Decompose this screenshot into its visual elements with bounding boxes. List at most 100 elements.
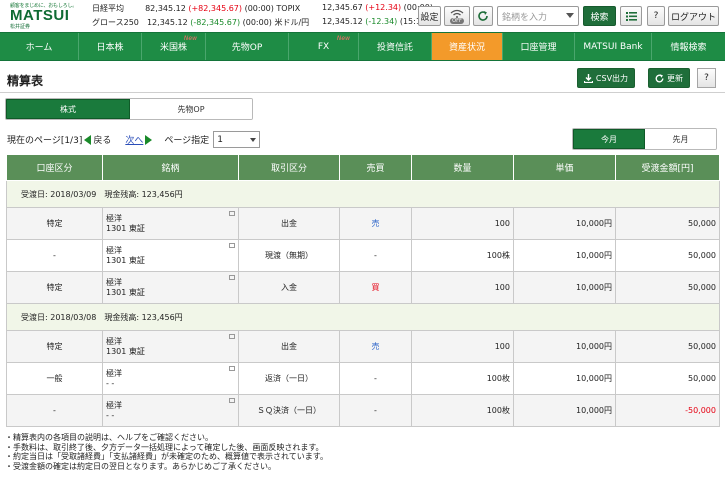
- cell-amount: 50,000: [615, 239, 720, 272]
- cell-quantity: 100: [411, 271, 514, 304]
- external-window-icon[interactable]: [229, 211, 235, 216]
- tab-futures-op[interactable]: 先物OP: [130, 99, 252, 119]
- symbol-code: 1301 東証: [106, 287, 145, 297]
- tab-last-month[interactable]: 先月: [645, 129, 716, 149]
- month-tabs: 今月 先月: [572, 128, 717, 150]
- cell-account: 特定: [6, 207, 103, 240]
- cell-side: 売: [339, 330, 412, 363]
- col-header-amount[interactable]: 受渡金額[円]: [615, 154, 720, 181]
- page-jump-value: 1: [217, 134, 223, 145]
- table-row: 一般 極洋 - - 返済（一日） -100枚 10,000円 50,000: [6, 362, 720, 395]
- cell-trade-type: 現渡（無期）: [238, 239, 340, 272]
- chevron-down-icon: [250, 138, 257, 142]
- tab-this-month[interactable]: 今月: [573, 129, 645, 149]
- cell-account: -: [6, 239, 103, 272]
- symbol-search-input[interactable]: 銘柄を入力: [497, 6, 579, 26]
- new-badge: New: [183, 35, 197, 42]
- search-placeholder: 銘柄を入力: [502, 12, 548, 23]
- delivery-date-label: 受渡日: 2018/03/08 現金残高: 123,456円: [6, 303, 720, 331]
- matsui-logo[interactable]: 顧客をまじめに、おもしろし。 MATSUI 松井証券: [10, 2, 82, 30]
- date-group-row: 受渡日: 2018/03/09 現金残高: 123,456円: [6, 180, 720, 208]
- symbol-code: - -: [106, 378, 115, 388]
- nav-item-home[interactable]: ホーム: [0, 33, 79, 60]
- symbol-name[interactable]: 極洋: [106, 369, 235, 379]
- cell-quantity: 100: [411, 207, 514, 240]
- index-row-growth: グロース250 12,345.12 (-82,345.67) (00:00) 米…: [92, 17, 309, 28]
- search-button[interactable]: 検索: [583, 6, 616, 26]
- nav-item-us-stocks[interactable]: 米国株 New: [142, 33, 206, 60]
- cell-price: 10,000円: [513, 207, 616, 240]
- index-row-nikkei: 日経平均 82,345.12 (+82,345.67) (00:00) TOPI…: [92, 3, 300, 14]
- col-header-quantity[interactable]: 数量: [411, 154, 514, 181]
- nav-item-label: 投資信託: [376, 43, 413, 53]
- cell-price: 10,000円: [513, 271, 616, 304]
- col-header-symbol[interactable]: 銘柄: [102, 154, 239, 181]
- note-item: ・手数料は、取引終了後、夕方データ一括処理によって確定した後、画面反映されます。: [5, 442, 324, 452]
- symbol-code: - -: [106, 410, 115, 420]
- refresh-button[interactable]: 更新: [648, 68, 690, 88]
- nav-item-label: ホーム: [25, 43, 53, 53]
- index-time: (00:00): [244, 4, 274, 13]
- nav-item-assets[interactable]: 資産状況: [432, 33, 503, 60]
- external-window-icon[interactable]: [229, 366, 235, 371]
- date-group-row: 受渡日: 2018/03/08 現金残高: 123,456円: [6, 303, 720, 331]
- col-header-trade-type[interactable]: 取引区分: [238, 154, 340, 181]
- cell-symbol[interactable]: 極洋 - -: [102, 394, 239, 427]
- cell-account: -: [6, 394, 103, 427]
- nav-item-label: 口座管理: [520, 43, 557, 53]
- cell-price: 10,000円: [513, 394, 616, 427]
- symbol-name[interactable]: 極洋: [106, 246, 235, 256]
- table-row: 特定 極洋 1301 東証 入金買 100 10,000円 50,000: [6, 271, 720, 304]
- next-page-link[interactable]: 次へ: [125, 133, 143, 146]
- settlement-table: 口座区分 銘柄 取引区分 売買 数量 単価 受渡金額[円] 受渡日: 2018/…: [6, 154, 720, 427]
- nav-item-jp-stocks[interactable]: 日本株: [79, 33, 142, 60]
- cell-symbol[interactable]: 極洋 1301 東証: [102, 271, 239, 304]
- cell-symbol[interactable]: 極洋 1301 東証: [102, 207, 239, 240]
- nav-item-label: MATSUI Bank: [583, 41, 643, 52]
- download-icon: [583, 73, 593, 83]
- nav-item-funds[interactable]: 投資信託: [359, 33, 432, 60]
- nav-item-fx[interactable]: FX New: [289, 33, 359, 60]
- product-tabs: 株式 先物OP: [5, 98, 253, 120]
- page-jump-select[interactable]: 1: [213, 131, 261, 148]
- external-window-icon[interactable]: [229, 243, 235, 248]
- page-title: 精算表: [7, 74, 44, 88]
- col-header-account[interactable]: 口座区分: [6, 154, 103, 181]
- cell-amount: 50,000: [615, 207, 720, 240]
- col-header-side[interactable]: 売買: [339, 154, 412, 181]
- nav-item-matsui-bank[interactable]: MATSUI Bank: [575, 33, 652, 60]
- cell-symbol[interactable]: 極洋 1301 東証: [102, 239, 239, 272]
- logo-sub: 松井証券: [10, 24, 31, 30]
- symbol-name[interactable]: 極洋: [106, 214, 235, 224]
- help-button[interactable]: ?: [647, 6, 665, 26]
- page-help-button[interactable]: ?: [697, 68, 716, 88]
- symbol-name[interactable]: 極洋: [106, 278, 235, 288]
- external-window-icon[interactable]: [229, 275, 235, 280]
- external-window-icon[interactable]: [229, 398, 235, 403]
- logo-text: MATSUI: [10, 7, 70, 24]
- col-header-price[interactable]: 単価: [513, 154, 616, 181]
- notes-list: ・精算表内の各項目の説明は、ヘルプをご確認ください。 ・手数料は、取引終了後、夕…: [5, 433, 328, 471]
- cell-quantity: 100枚: [411, 362, 514, 395]
- table-row: - 極洋 - - ＳＱ決済（一日） -100枚 10,000円 -50,000: [6, 394, 720, 427]
- symbol-name[interactable]: 極洋: [106, 401, 235, 411]
- nav-item-futures-op[interactable]: 先物OP: [206, 33, 289, 60]
- current-page-label: 現在のページ[1/3]: [7, 136, 83, 146]
- cell-symbol[interactable]: 極洋 1301 東証: [102, 330, 239, 363]
- index-name: グロース250: [92, 18, 139, 27]
- reload-button[interactable]: [473, 6, 493, 26]
- list-icon: [625, 12, 637, 21]
- menu-list-button[interactable]: [620, 6, 642, 26]
- prev-page-link[interactable]: 戻る: [93, 133, 111, 146]
- wifi-toggle-button[interactable]: OFF: [444, 6, 470, 26]
- symbol-name[interactable]: 極洋: [106, 337, 235, 347]
- csv-export-button[interactable]: CSV出力: [577, 68, 635, 88]
- external-window-icon[interactable]: [229, 334, 235, 339]
- tab-stocks[interactable]: 株式: [6, 99, 130, 119]
- page-jump-label: ページ指定: [164, 136, 210, 146]
- logout-button[interactable]: ログアウト: [668, 6, 719, 26]
- cell-symbol[interactable]: 極洋 - -: [102, 362, 239, 395]
- settings-button[interactable]: 設定: [418, 6, 441, 26]
- nav-item-info-search[interactable]: 情報検索: [652, 33, 725, 60]
- nav-item-account[interactable]: 口座管理: [503, 33, 575, 60]
